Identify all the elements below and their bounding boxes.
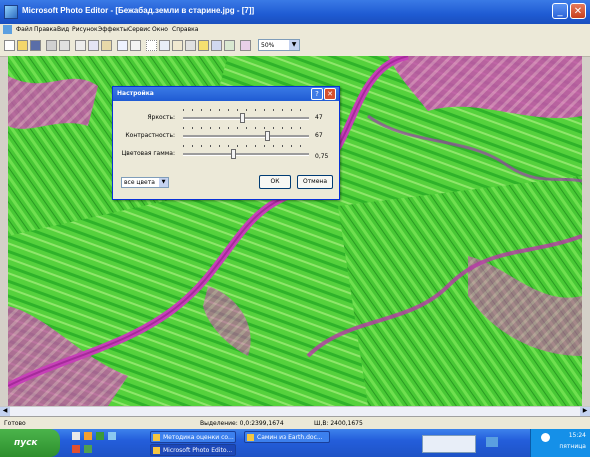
window-title: Microsoft Photo Editor - [Бежабад.земли … [22,6,255,15]
task-button[interactable]: Методика оценки со... [150,431,236,443]
quicklaunch-icon[interactable] [72,445,80,453]
minimize-icon[interactable]: _ [552,3,568,19]
pan-icon[interactable] [172,40,183,51]
new-icon[interactable] [4,40,15,51]
status-ready: Готово [4,420,26,427]
close-icon[interactable]: ✕ [570,3,586,19]
language-bar[interactable] [422,435,476,453]
clock: 15:24 [568,432,586,439]
dialog-title: Настройка [113,87,339,101]
zoom-select[interactable]: 50% ▼ [258,39,300,51]
cancel-button[interactable]: Отмена [297,175,333,189]
zoom-value: 50% [261,42,275,49]
gamma-thumb[interactable] [231,149,237,159]
taskbar: пуск Методика оценки со... Самин из Eart… [0,429,590,457]
contrast-ticks [183,127,309,129]
quicklaunch-icon[interactable] [84,432,92,440]
chevron-down-icon: ▼ [289,40,299,50]
start-button[interactable]: пуск [0,429,60,457]
status-size: Ш,В: 2400,1675 [314,420,363,427]
quicklaunch-icon[interactable] [72,432,80,440]
ok-button[interactable]: ОК [259,175,291,189]
paste-icon[interactable] [101,40,112,51]
toolbar: 50% ▼ [0,36,590,57]
gamma-label: Цветовая гамма: [121,150,175,157]
doc-icon [3,25,12,34]
brightness-ticks [183,109,309,111]
menu-file[interactable]: Файл [16,26,33,33]
chevron-down-icon: ▼ [159,178,168,187]
scroll-right-icon[interactable]: ▶ [580,407,590,416]
task-button-active[interactable]: Microsoft Photo Edito... [150,444,236,456]
rotate-icon[interactable] [224,40,235,51]
photo-editor-icon [153,447,160,454]
channel-select[interactable]: все цвета ▼ [121,177,169,188]
gamma-ticks [183,145,309,147]
menu-view[interactable]: Вид [57,26,69,33]
word-icon [247,434,254,441]
undo-icon[interactable] [117,40,128,51]
brightness-value: 47 [315,114,323,121]
text-icon[interactable] [185,40,196,51]
start-label: пуск [14,438,38,448]
tray-icon[interactable] [486,437,498,447]
menu-window[interactable]: Окно [152,26,168,33]
contrast-slider[interactable] [183,135,309,138]
network-icon[interactable] [541,433,550,442]
brightness-label: Яркость: [147,114,175,121]
quicklaunch-icon[interactable] [108,432,116,440]
menu-tools[interactable]: Сервис [128,26,150,33]
menu-edit[interactable]: Правка [34,26,57,33]
copy-icon[interactable] [88,40,99,51]
effects-icon[interactable] [198,40,209,51]
adjust-dialog: Настройка ? ✕ Яркость: 47 Контрастность:… [112,86,340,200]
scroll-left-icon[interactable]: ◀ [0,407,10,416]
save-icon[interactable] [30,40,41,51]
preview-icon[interactable] [59,40,70,51]
quicklaunch-icon[interactable] [84,445,92,453]
app-icon [4,5,18,19]
menu-help[interactable]: Справка [172,26,198,33]
dialog-close-icon[interactable]: ✕ [324,88,336,100]
touchup-icon[interactable] [240,40,251,51]
quicklaunch-icon[interactable] [96,432,104,440]
gamma-value: 0,75 [315,153,329,160]
gamma-slider[interactable] [183,153,309,156]
status-selection: Выделение: 0,0:2399,1674 [200,420,284,427]
system-tray: 15:24 пятница [530,429,590,457]
brightness-slider[interactable] [183,117,309,120]
contrast-thumb[interactable] [265,131,271,141]
task-button[interactable]: Самин из Earth.doc... [244,431,330,443]
contrast-label: Контрастность: [125,132,175,139]
open-icon[interactable] [17,40,28,51]
help-icon[interactable]: ? [311,88,323,100]
channel-value: все цвета [124,179,155,186]
contrast-value: 67 [315,132,323,139]
zoom-icon[interactable] [159,40,170,51]
menu-bar: Файл Правка Вид Рисунок Эффекты Сервис О… [0,24,590,36]
word-icon [153,434,160,441]
menu-effects[interactable]: Эффекты [98,26,128,33]
redo-icon[interactable] [130,40,141,51]
cut-icon[interactable] [75,40,86,51]
clock-day: пятница [559,443,586,450]
status-bar: Готово Выделение: 0,0:2399,1674 Ш,В: 240… [0,416,590,430]
title-bar: Microsoft Photo Editor - [Бежабад.земли … [0,0,590,24]
menu-image[interactable]: Рисунок [72,26,98,33]
print-icon[interactable] [46,40,57,51]
brightness-thumb[interactable] [240,113,246,123]
transparency-icon[interactable] [211,40,222,51]
select-icon[interactable] [146,40,157,51]
